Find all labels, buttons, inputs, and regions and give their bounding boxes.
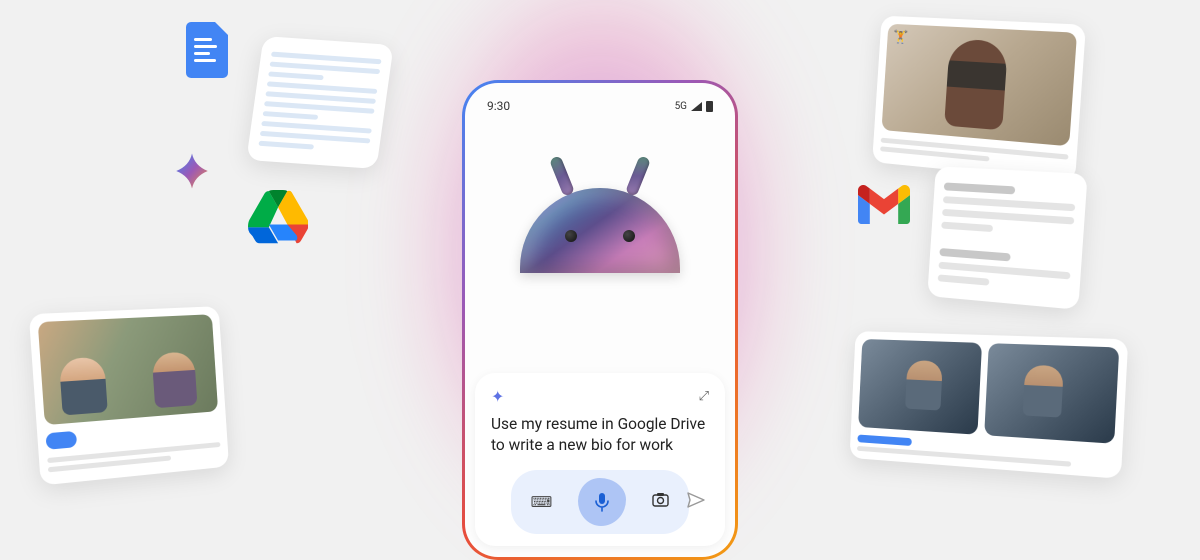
sparkle-icon bbox=[171, 150, 213, 192]
gmail-icon bbox=[858, 185, 910, 225]
send-icon[interactable] bbox=[687, 492, 705, 512]
expand-icon[interactable]: ⤢ bbox=[699, 389, 709, 404]
stock-photo bbox=[858, 339, 981, 435]
phone-mockup: 9:30 5G ✦ ⤢ Use my resume in Google Driv… bbox=[462, 80, 738, 560]
document-card bbox=[246, 36, 393, 169]
edit-pill-icon bbox=[45, 431, 77, 450]
keyboard-icon[interactable]: ⌨ bbox=[531, 493, 553, 511]
photo-card-cars bbox=[850, 331, 1129, 479]
android-mascot bbox=[520, 188, 680, 273]
stock-photo bbox=[984, 343, 1120, 444]
assistant-prompt-card[interactable]: ✦ ⤢ Use my resume in Google Drive to wri… bbox=[475, 373, 725, 546]
dumbbell-icon: 🏋 bbox=[893, 30, 909, 45]
prompt-text: Use my resume in Google Drive to write a… bbox=[491, 414, 709, 456]
drive-icon bbox=[248, 190, 308, 242]
battery-icon bbox=[706, 101, 713, 112]
mic-button[interactable] bbox=[578, 478, 626, 526]
stock-photo bbox=[38, 314, 218, 425]
photo-card-fitness: 🏋 bbox=[872, 16, 1086, 182]
camera-icon[interactable] bbox=[652, 492, 669, 511]
stock-photo: 🏋 bbox=[881, 24, 1077, 147]
status-bar: 9:30 5G bbox=[479, 95, 721, 117]
docs-icon bbox=[186, 22, 228, 78]
input-toolbar: ⌨ bbox=[491, 470, 709, 534]
signal-icon bbox=[691, 102, 702, 111]
status-time: 9:30 bbox=[487, 99, 510, 113]
network-label: 5G bbox=[675, 101, 687, 112]
email-card bbox=[927, 166, 1087, 310]
hero-illustration: 🏋 9:30 5G bbox=[0, 0, 1200, 500]
photo-card-people bbox=[29, 306, 229, 485]
action-pill bbox=[857, 435, 912, 447]
sparkle-icon: ✦ bbox=[491, 387, 504, 406]
